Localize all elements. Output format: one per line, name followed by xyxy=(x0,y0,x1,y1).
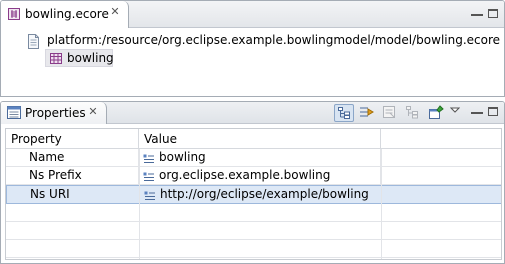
property-name-cell: Ns URI xyxy=(7,186,140,203)
filter-button[interactable] xyxy=(380,104,400,122)
column-divider xyxy=(381,149,382,259)
table-row-selected[interactable]: Ns URI http://org/eclipse/example/bowlin… xyxy=(6,185,501,204)
table-row-empty xyxy=(6,204,501,222)
table-row[interactable]: Ns Prefix org.eclipse.example.bowling xyxy=(6,167,501,185)
view-menu-button[interactable] xyxy=(448,104,462,122)
properties-tab[interactable]: Properties ✕ xyxy=(1,102,107,124)
editor-tab-strip: bowling.ecore ✕ xyxy=(1,1,504,28)
empty-cell xyxy=(381,167,501,184)
editor-view: bowling.ecore ✕ platform:/resource/org.e… xyxy=(0,0,505,97)
pin-button[interactable] xyxy=(426,104,446,122)
close-icon[interactable]: ✕ xyxy=(87,106,99,118)
collapse-button[interactable] xyxy=(403,104,423,122)
filter-icon xyxy=(383,106,395,118)
property-value-text: org.eclipse.example.bowling xyxy=(159,168,331,182)
property-value-text: http://org/eclipse/example/bowling xyxy=(160,187,369,201)
ecore-file-icon xyxy=(7,7,21,24)
show-advanced-button[interactable] xyxy=(357,104,377,122)
maximize-icon[interactable] xyxy=(488,9,498,18)
epackage-icon xyxy=(49,52,63,68)
tree-root-label: platform:/resource/org.eclipse.example.b… xyxy=(47,33,501,47)
properties-tab-strip: Properties ✕ xyxy=(1,102,504,124)
property-value-cell[interactable]: org.eclipse.example.bowling xyxy=(139,167,381,184)
show-categories-icon xyxy=(338,107,350,119)
column-header-empty xyxy=(381,129,501,149)
show-advanced-icon xyxy=(360,107,374,117)
property-value-text: bowling xyxy=(159,150,206,164)
properties-icon xyxy=(7,106,21,122)
property-name-cell: Name xyxy=(6,149,139,166)
minimize-icon[interactable] xyxy=(471,8,483,16)
column-divider xyxy=(139,149,140,259)
minimize-icon[interactable] xyxy=(471,106,483,114)
empty-cell xyxy=(382,186,501,203)
view-menu-icon xyxy=(450,107,460,113)
table-row-empty xyxy=(6,222,501,240)
tree-item-bowling-package[interactable]: bowling xyxy=(45,49,114,68)
column-header-property[interactable]: Property xyxy=(6,129,139,149)
editor-tab-title: bowling.ecore xyxy=(25,7,109,21)
table-header: Property Value xyxy=(6,129,501,149)
resource-file-icon xyxy=(27,34,40,52)
property-name-cell: Ns Prefix xyxy=(6,167,139,184)
property-value-cell[interactable]: bowling xyxy=(139,149,381,166)
pin-icon xyxy=(429,105,444,119)
column-header-value[interactable]: Value xyxy=(139,129,381,149)
tree-item-label: bowling xyxy=(67,51,114,65)
properties-tab-title: Properties xyxy=(25,106,86,120)
show-categories-button[interactable] xyxy=(334,104,354,122)
table-row[interactable]: Name bowling xyxy=(6,149,501,167)
collapse-icon xyxy=(406,106,418,119)
maximize-icon[interactable] xyxy=(488,107,498,116)
property-value-cell[interactable]: http://org/eclipse/example/bowling xyxy=(140,186,382,203)
editor-tab[interactable]: bowling.ecore ✕ xyxy=(1,1,129,28)
properties-view: Properties ✕ Property Value Name bowling… xyxy=(0,101,505,264)
property-table: Property Value Name bowling Ns Prefix or… xyxy=(5,128,502,260)
close-icon[interactable]: ✕ xyxy=(109,6,121,18)
table-row-empty xyxy=(6,240,501,258)
empty-cell xyxy=(381,149,501,166)
